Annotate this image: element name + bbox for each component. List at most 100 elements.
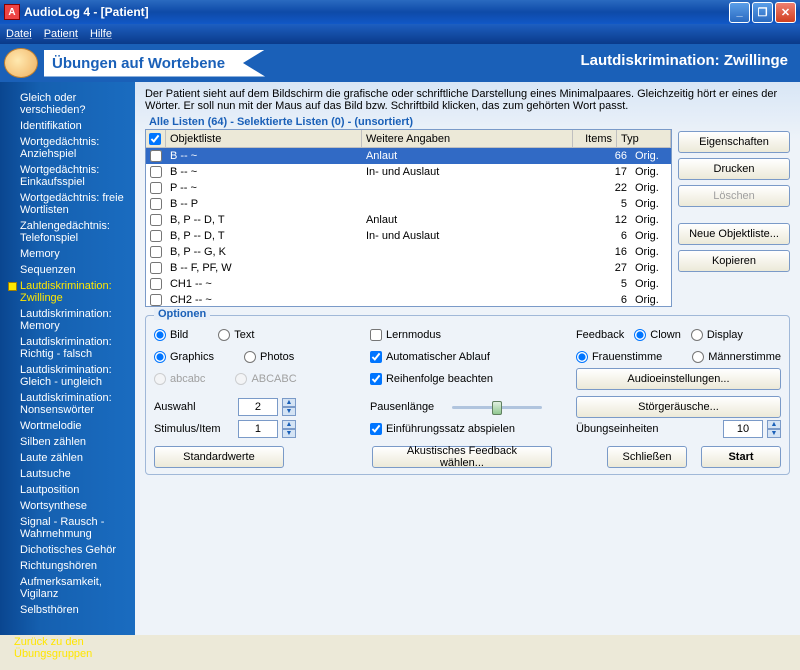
start-button[interactable]: Start	[701, 446, 781, 468]
sidebar-item[interactable]: Zahlengedächtnis: Telefonspiel	[6, 218, 129, 246]
radio-clown[interactable]: Clown	[634, 329, 681, 341]
table-row[interactable]: CH2 -- ~6Orig.	[146, 292, 671, 306]
object-list-table[interactable]: Objektliste Weitere Angaben Items Typ B …	[145, 129, 672, 307]
standardwerte-button[interactable]: Standardwerte	[154, 446, 284, 468]
sidebar-item[interactable]: Wortgedächtnis: freie Wortlisten	[6, 190, 129, 218]
table-row[interactable]: P -- ~22Orig.	[146, 180, 671, 196]
pausenlaenge-label: Pausenlänge	[370, 401, 444, 413]
row-checkbox[interactable]	[150, 150, 162, 162]
uebungseinheiten-input[interactable]	[723, 420, 763, 438]
radio-frauenstimme[interactable]: Frauenstimme	[576, 351, 662, 363]
pausenlaenge-slider[interactable]	[452, 398, 542, 416]
radio-photos[interactable]: Photos	[244, 351, 294, 363]
uebungseinheiten-spinner[interactable]: ▲▼	[767, 420, 781, 438]
minimize-button[interactable]: _	[729, 2, 750, 23]
row-checkbox[interactable]	[150, 198, 162, 210]
back-link[interactable]: Zurück zu den Übungsgruppen	[0, 626, 135, 670]
new-objectlist-button[interactable]: Neue Objektliste...	[678, 223, 790, 245]
table-row[interactable]: B -- F, PF, W27Orig.	[146, 260, 671, 276]
sidebar-item[interactable]: Wortgedächtnis: Anziehspiel	[6, 134, 129, 162]
maximize-button[interactable]: ❐	[752, 2, 773, 23]
radio-text[interactable]: Text	[218, 329, 254, 341]
stoergeraeusche-button[interactable]: Störgeräusche...	[576, 396, 781, 418]
sidebar-item[interactable]: Memory	[6, 246, 129, 262]
radio-display[interactable]: Display	[691, 329, 743, 341]
sidebar-item[interactable]: Gleich oder verschieden?	[6, 90, 129, 118]
row-checkbox[interactable]	[150, 214, 162, 226]
menu-datei[interactable]: Datei	[6, 28, 32, 40]
chk-autoablauf[interactable]: Automatischer Ablauf	[370, 351, 490, 363]
sidebar-item[interactable]: Lautposition	[6, 482, 129, 498]
sidebar-item[interactable]: Lautsuche	[6, 466, 129, 482]
auswahl-input[interactable]	[238, 398, 278, 416]
col-objektliste[interactable]: Objektliste	[166, 130, 362, 147]
table-row[interactable]: B, P -- G, K16Orig.	[146, 244, 671, 260]
col-weitere-angaben[interactable]: Weitere Angaben	[362, 130, 573, 147]
feedback-label: Feedback	[576, 329, 624, 341]
sidebar-item[interactable]: Sequenzen	[6, 262, 129, 278]
table-row[interactable]: CH1 -- ~5Orig.	[146, 276, 671, 292]
row-checkbox[interactable]	[150, 294, 162, 306]
properties-button[interactable]: Eigenschaften	[678, 131, 790, 153]
banner-subtitle: Lautdiskrimination: Zwillinge	[580, 52, 788, 69]
col-items[interactable]: Items	[573, 130, 617, 147]
stimulus-spinner[interactable]: ▲▼	[282, 420, 296, 438]
row-checkbox[interactable]	[150, 246, 162, 258]
row-checkbox[interactable]	[150, 166, 162, 178]
sidebar-item[interactable]: Wortmelodie	[6, 418, 129, 434]
sidebar-item[interactable]: Selbsthören	[6, 602, 129, 618]
table-row[interactable]: B, P -- D, TAnlaut12Orig.	[146, 212, 671, 228]
sidebar-item[interactable]: Richtungshören	[6, 558, 129, 574]
sidebar-item[interactable]: Lautdiskrimination: Richtig - falsch	[6, 334, 129, 362]
sidebar-item[interactable]: Signal - Rausch - Wahrnehmung	[6, 514, 129, 542]
row-checkbox[interactable]	[150, 230, 162, 242]
chk-einfuehrung[interactable]: Einführungssatz abspielen	[370, 423, 515, 435]
menu-patient[interactable]: Patient	[44, 28, 78, 40]
table-row[interactable]: B, P -- D, TIn- und Auslaut6Orig.	[146, 228, 671, 244]
sidebar-item[interactable]: Wortgedächtnis: Einkaufsspiel	[6, 162, 129, 190]
sidebar-item[interactable]: Dichotisches Gehör	[6, 542, 129, 558]
auswahl-label: Auswahl	[154, 401, 228, 413]
description-text: Der Patient sieht auf dem Bildschirm die…	[135, 82, 800, 116]
titlebar: A AudioLog 4 - [Patient] _ ❐ ✕	[0, 0, 800, 24]
banner-heading: Übungen auf Wortebene	[44, 50, 265, 77]
col-typ[interactable]: Typ	[617, 130, 671, 147]
sidebar-item[interactable]: Lautdiskrimination: Memory	[6, 306, 129, 334]
chk-lernmodus[interactable]: Lernmodus	[370, 329, 441, 341]
radio-maennerstimme[interactable]: Männerstimme	[692, 351, 781, 363]
delete-button[interactable]: Löschen	[678, 185, 790, 207]
print-button[interactable]: Drucken	[678, 158, 790, 180]
table-row[interactable]: B -- ~Anlaut66Orig.	[146, 148, 671, 164]
stimulus-input[interactable]	[238, 420, 278, 438]
copy-button[interactable]: Kopieren	[678, 250, 790, 272]
sidebar-item[interactable]: Wortsynthese	[6, 498, 129, 514]
sidebar-item[interactable]: Lautdiskrimination: Gleich - ungleich	[6, 362, 129, 390]
sidebar-item[interactable]: Silben zählen	[6, 434, 129, 450]
menubar: Datei Patient Hilfe	[0, 24, 800, 44]
row-checkbox[interactable]	[150, 182, 162, 194]
sidebar-item[interactable]: Identifikation	[6, 118, 129, 134]
sidebar: Gleich oder verschieden?IdentifikationWo…	[0, 82, 135, 635]
table-header: Objektliste Weitere Angaben Items Typ	[146, 130, 671, 148]
options-legend: Optionen	[154, 308, 210, 320]
radio-graphics[interactable]: Graphics	[154, 351, 214, 363]
chk-reihenfolge[interactable]: Reihenfolge beachten	[370, 373, 493, 385]
sidebar-item[interactable]: Laute zählen	[6, 450, 129, 466]
radio-bild[interactable]: Bild	[154, 329, 188, 341]
sidebar-item[interactable]: Lautdiskrimination: Zwillinge	[6, 278, 129, 306]
sidebar-item[interactable]: Lautdiskrimination: Nonsenswörter	[6, 390, 129, 418]
table-row[interactable]: B -- ~In- und Auslaut17Orig.	[146, 164, 671, 180]
table-row[interactable]: B -- P5Orig.	[146, 196, 671, 212]
select-all-checkbox[interactable]	[149, 133, 161, 145]
app-icon: A	[4, 4, 20, 20]
akustisches-feedback-button[interactable]: Akustisches Feedback wählen...	[372, 446, 552, 468]
schliessen-button[interactable]: Schließen	[607, 446, 687, 468]
row-checkbox[interactable]	[150, 262, 162, 274]
menu-hilfe[interactable]: Hilfe	[90, 28, 112, 40]
row-checkbox[interactable]	[150, 278, 162, 290]
close-button[interactable]: ✕	[775, 2, 796, 23]
auswahl-spinner[interactable]: ▲▼	[282, 398, 296, 416]
banner: Übungen auf Wortebene Lautdiskrimination…	[0, 44, 800, 82]
sidebar-item[interactable]: Aufmerksamkeit, Vigilanz	[6, 574, 129, 602]
audioeinstellungen-button[interactable]: Audioeinstellungen...	[576, 368, 781, 390]
